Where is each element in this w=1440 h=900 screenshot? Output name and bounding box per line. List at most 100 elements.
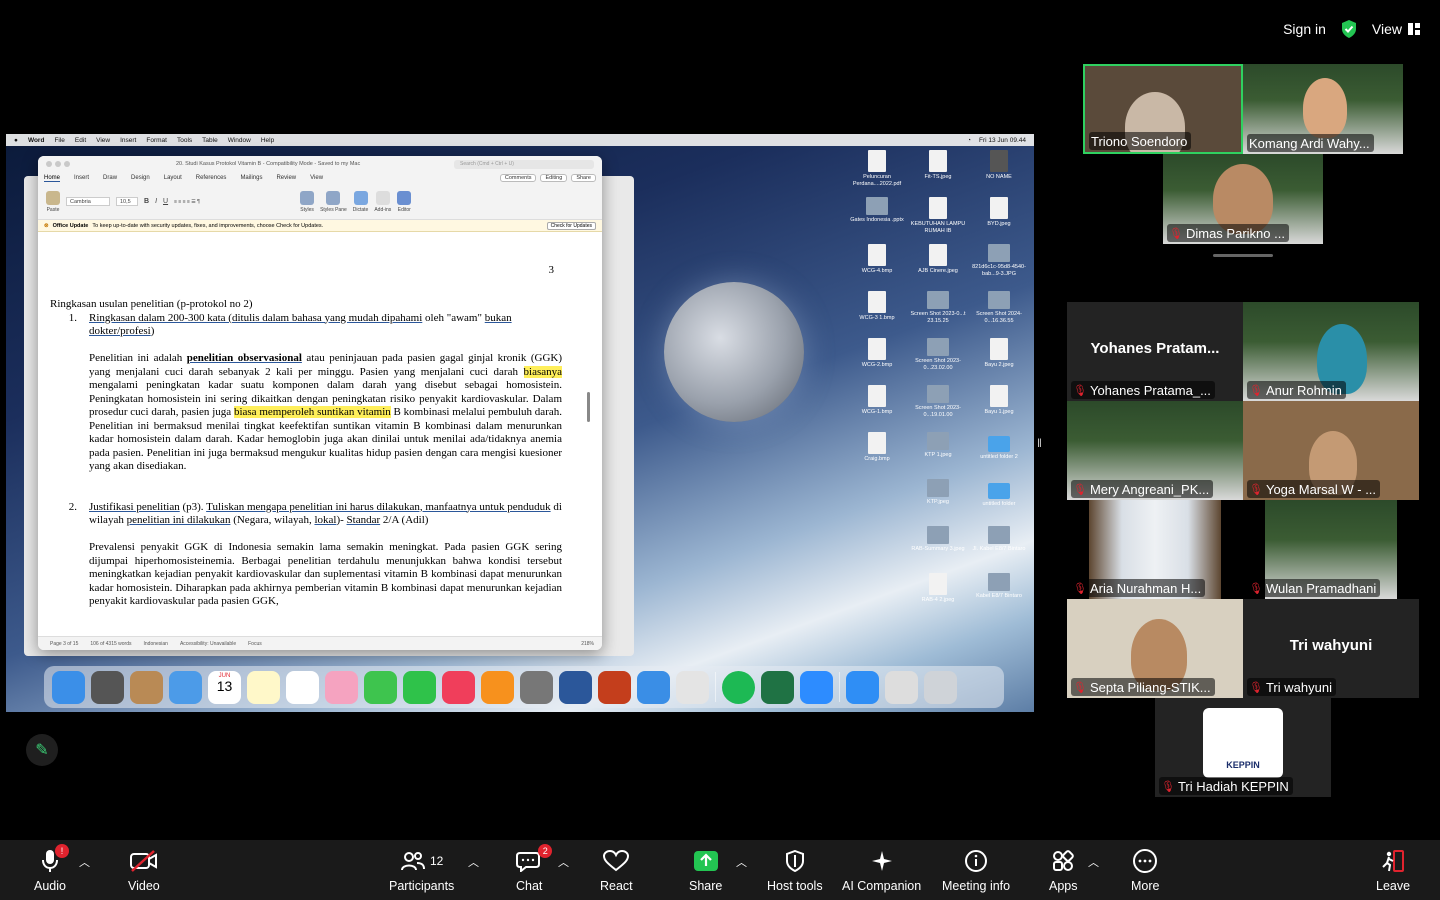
ai-companion-button[interactable]: AI Companion	[842, 848, 921, 893]
shared-screen[interactable]: ● Word File Edit View Insert Format Tool…	[6, 134, 1034, 712]
music-icon[interactable]	[442, 670, 475, 704]
maps-icon[interactable]	[286, 670, 319, 704]
mail-icon[interactable]	[169, 670, 202, 704]
desktop-file-icon[interactable]: KEBUTUHAN LAMPU RUMAH IB	[907, 197, 969, 234]
chat-button[interactable]: 2 Chat	[516, 844, 553, 893]
desktop-file-icon[interactable]: BYD.jpeg	[968, 197, 1030, 228]
document-body[interactable]: Ringkasan usulan penelitian (p-protokol …	[50, 298, 562, 609]
paragraph-tools[interactable]: ≡ ≡ ≡ ≡ ☰ ¶	[174, 199, 294, 205]
menu-insert[interactable]: Insert	[120, 137, 136, 144]
wifi-icon[interactable]: ◔	[967, 137, 971, 144]
excel-icon[interactable]	[761, 670, 794, 704]
tab-view[interactable]: View	[310, 175, 323, 181]
italic-button[interactable]: I	[155, 198, 157, 205]
books-icon[interactable]	[481, 670, 514, 704]
participants-button[interactable]: 12 Participants	[389, 848, 454, 893]
video-tile-triono[interactable]: Triono Soendoro	[1083, 64, 1243, 154]
tab-home[interactable]: Home	[44, 175, 61, 182]
tab-draw[interactable]: Draw	[103, 175, 117, 181]
video-tile-dimas[interactable]: 🎙 Dimas Parikno ...	[1163, 154, 1323, 244]
powerpoint-icon[interactable]	[598, 670, 631, 704]
launchpad-icon[interactable]	[91, 670, 124, 704]
close-update-icon[interactable]: ⊗	[44, 223, 49, 229]
check-updates-button[interactable]: Check for Updates	[546, 221, 596, 230]
security-shield-icon[interactable]	[1340, 19, 1358, 39]
apps-options-caret[interactable]: ︿	[1088, 854, 1099, 870]
font-size-field[interactable]: 10,5	[116, 197, 138, 206]
mac-clock[interactable]: Fri 13 Jun 09.44	[979, 137, 1026, 144]
font-name-field[interactable]: Cambria	[66, 197, 110, 206]
apps-button[interactable]: Apps	[1049, 848, 1078, 893]
status-zoom[interactable]: 218%	[581, 641, 602, 647]
status-words[interactable]: 106 of 4315 words	[90, 641, 131, 647]
desktop-file-icon[interactable]: Peluncuran Perdana....2022.pdf	[846, 150, 908, 187]
tab-review[interactable]: Review	[276, 175, 296, 181]
desktop-file-icon[interactable]: Bayu 2.jpeg	[968, 338, 1030, 369]
tab-insert[interactable]: Insert	[74, 175, 89, 181]
spotify-icon[interactable]	[722, 670, 755, 704]
menu-table[interactable]: Table	[202, 137, 218, 144]
host-tools-button[interactable]: Host tools	[767, 848, 823, 893]
finder-icon[interactable]	[52, 670, 85, 704]
audio-options-caret[interactable]: ︿	[79, 854, 90, 870]
split-divider-handle[interactable]: ‖	[1037, 436, 1042, 464]
document-stack-icon[interactable]	[885, 670, 918, 704]
desktop-file-icon[interactable]: Fit-TS.jpeg	[907, 150, 969, 181]
document-scrollbar[interactable]	[587, 392, 590, 422]
menu-file[interactable]: File	[54, 137, 64, 144]
desktop-file-icon[interactable]: WCG-1.bmp	[846, 385, 908, 416]
desktop-file-icon[interactable]: Gates Indonesia .pptx	[846, 197, 908, 224]
react-button[interactable]: React	[600, 848, 633, 893]
desktop-file-icon[interactable]: Screen Shot 2023-0...t 23.15.25	[907, 291, 969, 324]
styles-pane-button[interactable]: Styles Pane	[320, 190, 347, 213]
window-controls[interactable]	[46, 161, 70, 167]
add-ins-button[interactable]: Add-ins	[374, 190, 391, 213]
status-language[interactable]: Indonesian	[144, 641, 168, 647]
photos-icon[interactable]	[325, 670, 358, 704]
tab-references[interactable]: References	[196, 175, 227, 181]
app-store-icon[interactable]	[846, 670, 879, 704]
calendar-icon[interactable]: JUN 13	[208, 670, 241, 704]
menu-format[interactable]: Format	[146, 137, 167, 144]
desktop-file-icon[interactable]: Screen Shot 2023-0...23.02.00	[907, 338, 969, 371]
meeting-info-button[interactable]: Meeting info	[942, 848, 1010, 893]
video-tile-yoga[interactable]: 🎙 Yoga Marsal W - ...	[1243, 401, 1419, 500]
video-tile-septa[interactable]: 🎙 Septa Piliang-STIK...	[1067, 599, 1243, 698]
document-page[interactable]: 3 Ringkasan usulan penelitian (p-protoko…	[38, 242, 594, 634]
notes-icon[interactable]	[247, 670, 280, 704]
word-app-icon[interactable]	[559, 670, 592, 704]
apple-icon[interactable]: ●	[14, 137, 18, 144]
chat-options-caret[interactable]: ︿	[558, 854, 569, 870]
sign-in-link[interactable]: Sign in	[1283, 21, 1326, 37]
video-tile-tri-hadiah[interactable]: KEPPIN 🎙 Tri Hadiah KEPPIN	[1155, 698, 1331, 797]
menu-word[interactable]: Word	[28, 137, 45, 144]
styles-button[interactable]: Styles	[300, 190, 315, 213]
video-tile-aria[interactable]: 🎙 Aria Nurahman H...	[1067, 500, 1243, 599]
annotate-pencil-icon[interactable]: ✎	[26, 734, 58, 766]
desktop-file-icon[interactable]: KTP.jpeg	[907, 479, 969, 506]
desktop-file-icon[interactable]: untitled folder	[968, 479, 1030, 508]
video-button[interactable]: Video	[128, 848, 160, 893]
contacts-icon[interactable]	[130, 670, 163, 704]
video-tile-yohanes[interactable]: Yohanes Pratam... 🎙 Yohanes Pratama_...	[1067, 302, 1243, 401]
menu-help[interactable]: Help	[261, 137, 274, 144]
word-window[interactable]: 20. Studi Kasus Protokol Vitamin B - Com…	[38, 156, 602, 650]
video-tile-tri-wahyuni[interactable]: Tri wahyuni 🎙 Tri wahyuni	[1243, 599, 1419, 698]
desktop-file-icon[interactable]: RAB-Summary 3.jpeg	[907, 526, 969, 553]
strip-drag-handle[interactable]	[1213, 254, 1273, 257]
desktop-file-icon[interactable]: WCG-3 1.bmp	[846, 291, 908, 322]
desktop-file-icon[interactable]: WCG-2.bmp	[846, 338, 908, 369]
status-accessibility[interactable]: Accessibility: Unavailable	[180, 641, 236, 647]
desktop-file-icon[interactable]: Screen Shot 2024-0...16.36.55	[968, 291, 1030, 324]
desktop-file-icon[interactable]: RAB-4 2.jpeg	[907, 573, 969, 604]
menu-window[interactable]: Window	[228, 137, 251, 144]
paste-button[interactable]: Paste	[46, 190, 60, 213]
desktop-file-icon[interactable]: untitled folder 2	[968, 432, 1030, 461]
share-options-caret[interactable]: ︿	[736, 854, 747, 870]
video-tile-anur[interactable]: 🎙 Anur Rohmin	[1243, 302, 1419, 401]
view-button[interactable]: View	[1372, 21, 1420, 37]
desktop-file-icon[interactable]: Screen Shot 2023-0...19.01.00	[907, 385, 969, 418]
desktop-file-icon[interactable]: WCG-4.bmp	[846, 244, 908, 275]
menu-tools[interactable]: Tools	[177, 137, 192, 144]
leave-button[interactable]: Leave	[1376, 848, 1410, 893]
